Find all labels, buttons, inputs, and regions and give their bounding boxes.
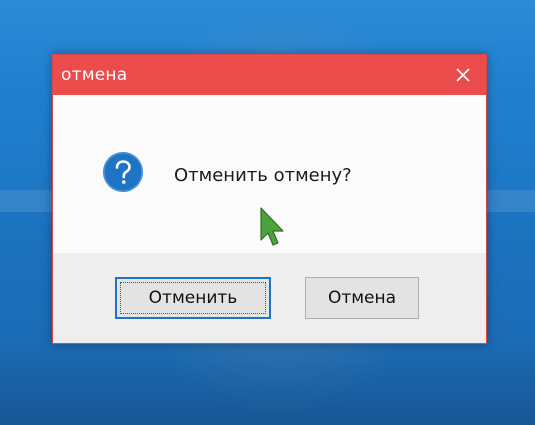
dialog-footer: Отменить Отмена: [53, 253, 486, 343]
dialog-message: Отменить отмену?: [174, 165, 352, 186]
question-icon: [103, 152, 143, 192]
title-bar[interactable]: отмена: [53, 55, 486, 95]
mouse-cursor-icon: [260, 207, 284, 246]
close-button[interactable]: [440, 55, 486, 95]
cancel-button[interactable]: Отмена: [305, 277, 419, 319]
confirm-dialog: отмена Отменить отмену? Отменить Отмена: [52, 54, 487, 344]
confirm-cancel-button[interactable]: Отменить: [115, 277, 271, 319]
close-icon: [456, 68, 470, 82]
dialog-title: отмена: [61, 65, 128, 85]
